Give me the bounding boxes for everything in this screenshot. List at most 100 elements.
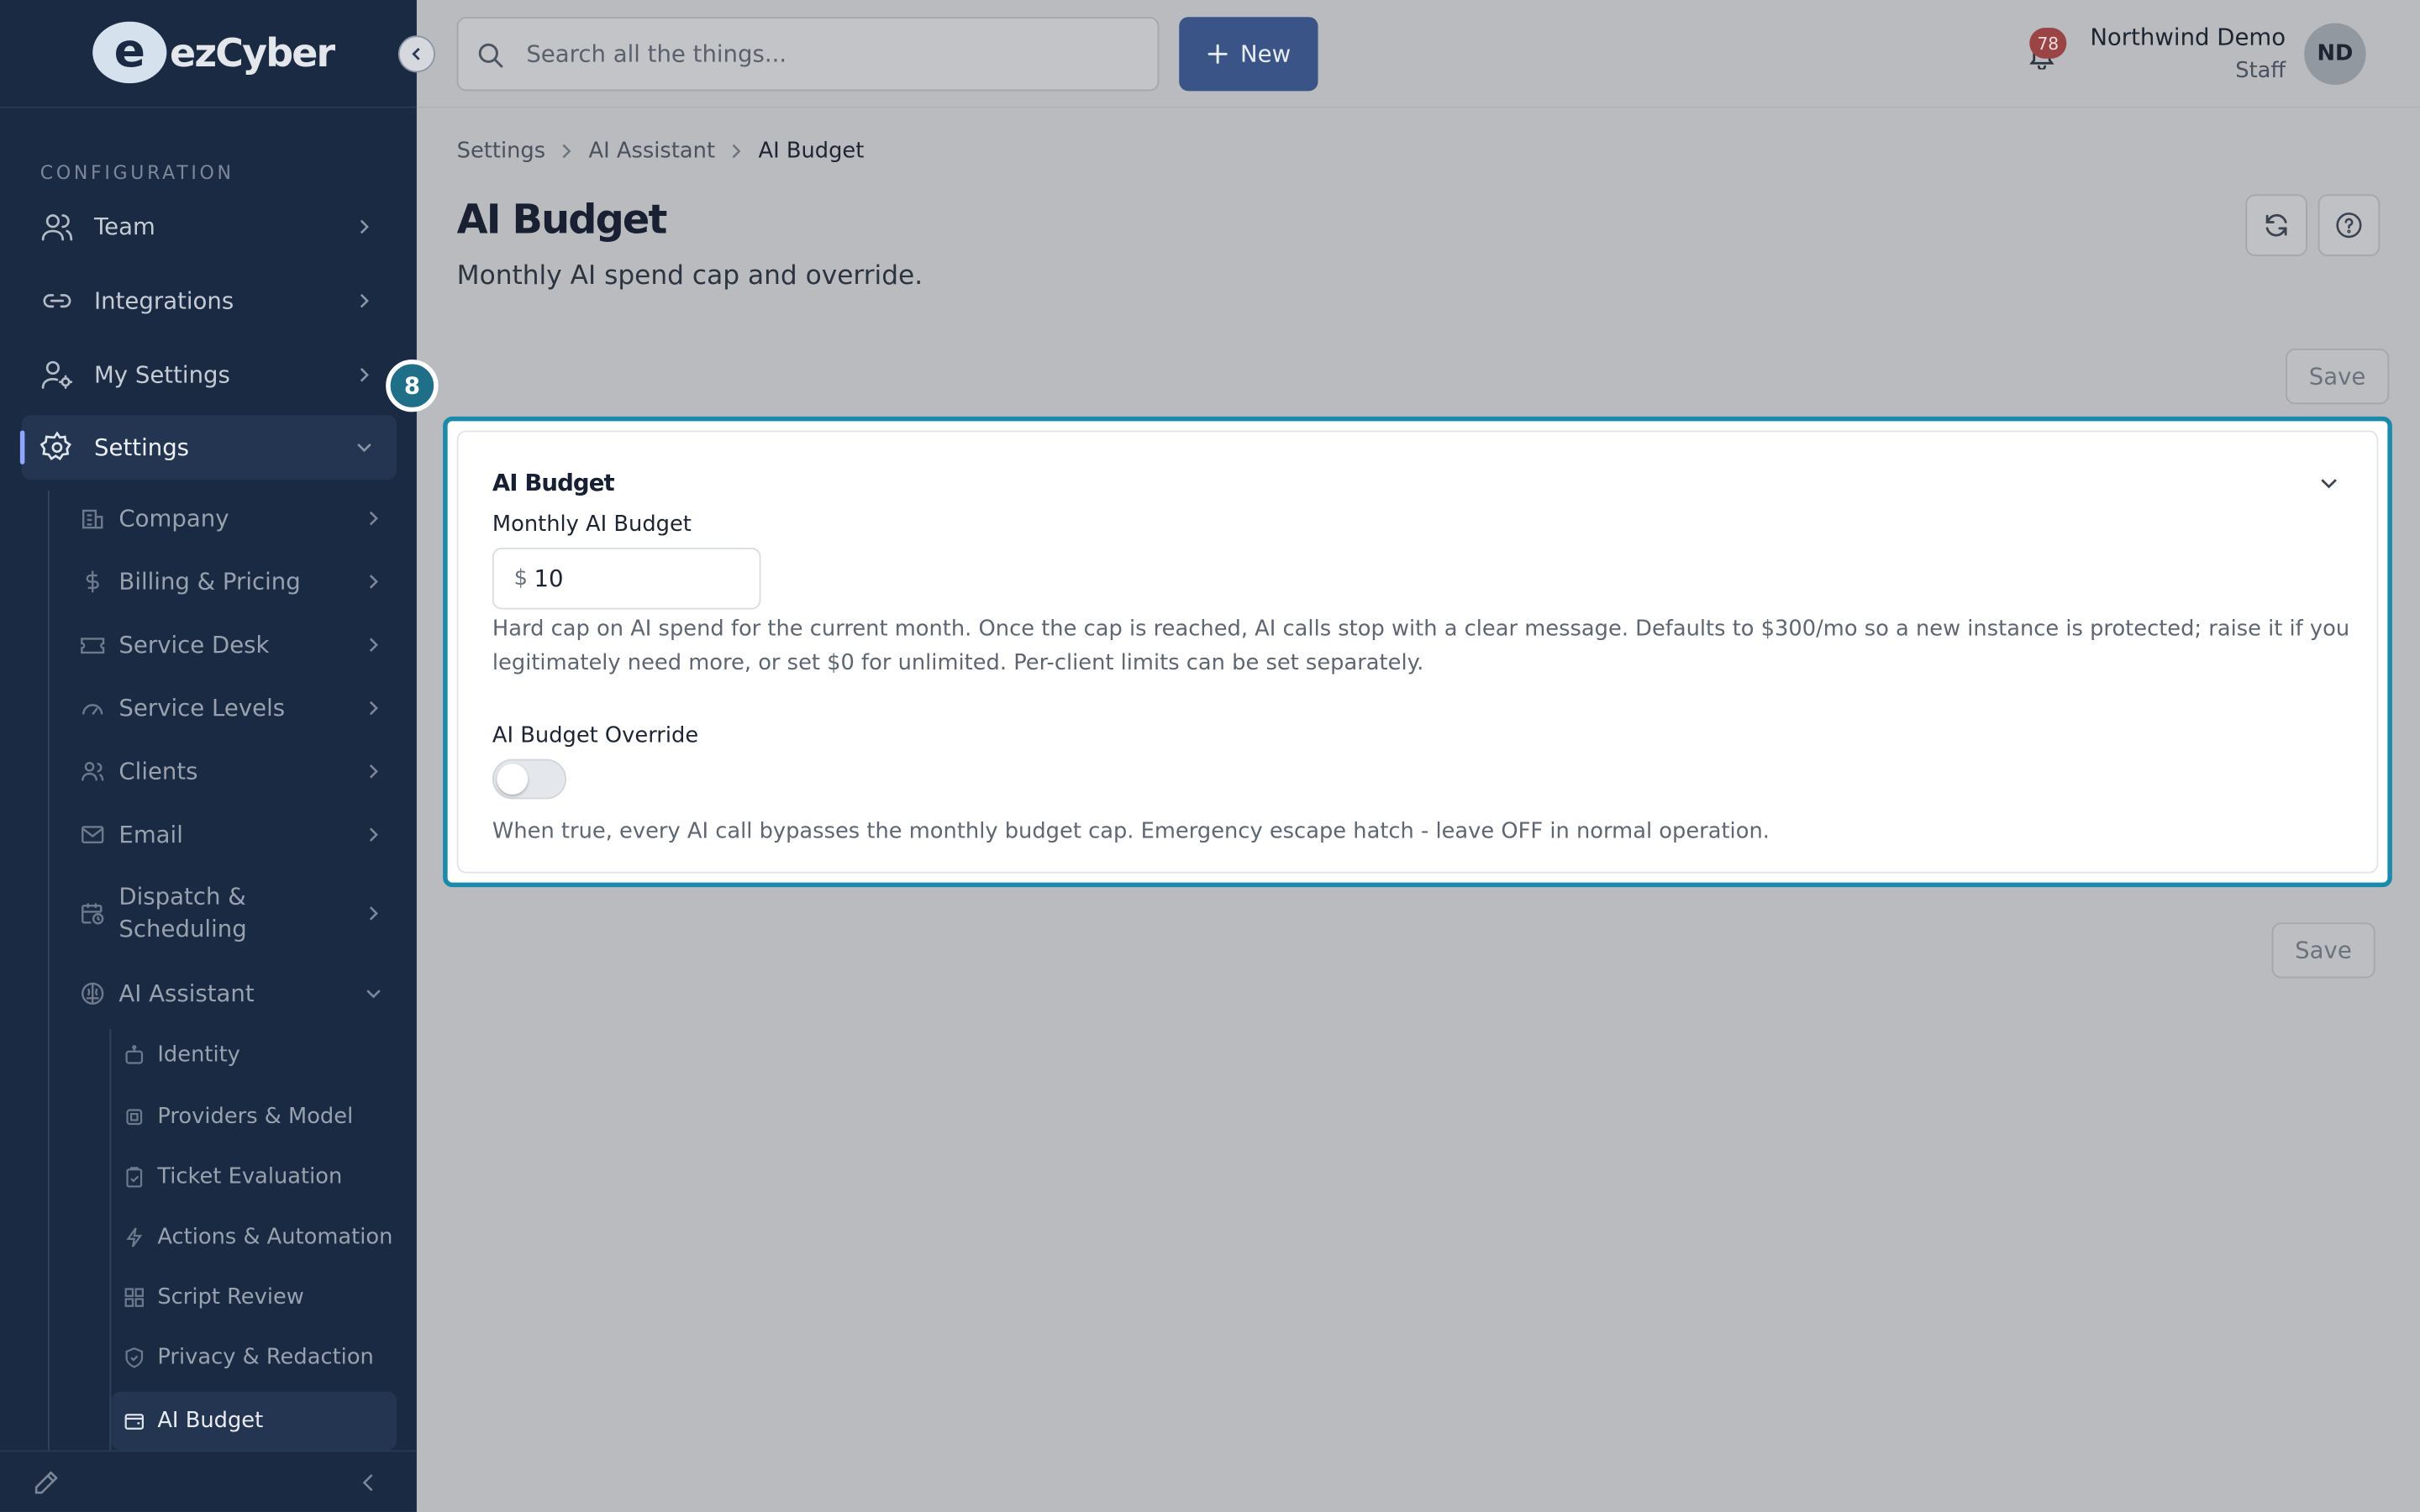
breadcrumb-item-ai-assistant[interactable]: AI Assistant [589,139,715,163]
breadcrumb-item-settings[interactable]: Settings [457,139,545,163]
sidebar-item-label: Billing & Pricing [118,566,301,596]
sidebar-item-privacy-redaction[interactable]: Privacy & Redaction [111,1328,397,1387]
sidebar-item-my-settings[interactable]: My Settings [22,343,397,407]
currency-symbol: $ [513,566,529,591]
cpu-icon [124,1106,145,1128]
override-toggle[interactable] [492,759,567,800]
ai-budget-card: AI Budget Monthly AI Budget $ Hard cap o… [456,430,2379,874]
chevron-right-icon [366,574,381,589]
building-icon [81,506,105,530]
pencil-icon[interactable] [33,1469,60,1497]
logo-text: ezCyber [170,29,335,76]
sidebar-item-dispatch-scheduling[interactable]: Dispatch & Scheduling [59,881,397,946]
sidebar-collapse-button[interactable] [397,35,435,73]
sidebar-item-actions-automation[interactable]: Actions & Automation [111,1208,397,1267]
sidebar-item-billing-pricing[interactable]: Billing & Pricing [59,563,397,600]
sidebar-item-script-review[interactable]: Script Review [111,1268,397,1327]
user-role: Staff [2235,58,2286,84]
sidebar-item-label: AI Budget [157,1408,264,1434]
breadcrumb: Settings AI Assistant AI Budget [457,139,865,163]
sidebar-item-label: Identity [157,1042,240,1068]
wallet-icon [124,1410,145,1432]
sidebar-item-label: Clients [118,756,198,785]
chevron-down-icon [356,439,371,454]
topbar: New 78 Northwind Demo Staff ND [416,0,2420,108]
sidebar-item-identity[interactable]: Identity [111,1026,397,1084]
sidebar-item-email[interactable]: Email [59,816,397,853]
sidebar-item-providers-model[interactable]: Providers & Model [111,1088,397,1147]
link-icon [40,284,74,318]
sidebar-item-label: Integrations [94,286,234,315]
sidebar-item-ai-budget[interactable]: AI Budget [111,1391,397,1451]
chevron-right-icon [560,144,573,159]
chevron-left-icon [409,46,424,61]
search-icon [477,42,505,70]
sidebar-item-integrations[interactable]: Integrations [22,269,397,333]
monthly-budget-field[interactable]: $ [492,548,761,610]
sidebar-item-label: Ticket Evaluation [157,1164,343,1190]
sidebar-item-team[interactable]: Team [22,194,397,259]
chevron-right-icon [366,827,381,842]
bot-icon [124,1044,145,1066]
step-marker: 8 [386,359,439,412]
sidebar-item-company[interactable]: Company [59,500,397,537]
section-label-configuration: CONFIGURATION [39,161,234,184]
sidebar-item-ticket-evaluation[interactable]: Ticket Evaluation [111,1148,397,1207]
sidebar-item-service-desk[interactable]: Service Desk [59,627,397,664]
new-button-label: New [1240,39,1292,68]
chevron-right-icon [730,144,743,159]
sidebar-item-label: Actions & Automation [157,1225,393,1250]
monthly-budget-help: Hard cap on AI spend for the current mon… [492,617,2350,676]
sidebar-footer [0,1450,417,1511]
save-button-top[interactable]: Save [2286,349,2389,405]
user-cog-icon [40,358,74,391]
sidebar-item-label: Service Desk [118,630,270,659]
sidebar-item-clients[interactable]: Clients [59,753,397,790]
chevron-right-icon [366,764,381,779]
monthly-budget-label: Monthly AI Budget [492,512,692,538]
ticket-icon [81,633,105,657]
grid-icon [124,1287,145,1309]
tree-line [47,491,50,1451]
clipboard-check-icon [124,1167,145,1189]
sidebar-item-label: AI Assistant [118,979,255,1007]
brand-logo[interactable]: e ezCyber [92,21,335,84]
help-button[interactable] [2317,194,2381,256]
users-icon [40,210,74,244]
chevron-right-icon [366,906,381,921]
monthly-budget-input[interactable] [534,549,750,608]
chevron-down-icon[interactable] [2318,472,2340,494]
sidebar-item-label: Script Review [157,1284,304,1310]
new-button[interactable]: New [1179,17,1318,92]
mail-icon [81,822,105,847]
refresh-button[interactable] [2245,194,2307,256]
chevron-right-icon [366,511,381,526]
search-input[interactable] [526,18,1144,90]
user-name[interactable]: Northwind Demo [2090,24,2286,51]
chevron-right-icon [356,367,371,382]
card-title: AI Budget [492,469,615,497]
logo-mark: e [92,21,167,84]
notification-badge: 78 [2029,28,2067,59]
gauge-icon [81,696,105,720]
sidebar-item-label: Email [118,820,183,848]
page-title: AI Budget [456,197,668,244]
avatar[interactable]: ND [2304,23,2366,86]
sidebar: e ezCyber CONFIGURATION Team Integration… [0,0,417,1512]
chevron-left-icon[interactable] [356,1470,381,1494]
sidebar-item-service-levels[interactable]: Service Levels [59,690,397,727]
sidebar-item-label: Settings [94,433,190,462]
sidebar-item-label: Privacy & Redaction [157,1345,374,1370]
search-box[interactable] [456,17,1160,92]
shield-icon [124,1347,145,1368]
brain-icon [81,981,105,1005]
sidebar-item-label: My Settings [94,360,230,389]
help-circle-icon [2335,212,2363,239]
page-subtitle: Monthly AI spend cap and override. [456,260,923,292]
save-button-bottom[interactable]: Save [2271,922,2375,979]
chevron-right-icon [366,638,381,653]
sidebar-item-ai-assistant[interactable]: AI Assistant [59,975,397,1012]
sidebar-item-settings[interactable]: Settings [21,415,397,480]
sidebar-item-label: Service Levels [118,693,286,722]
override-help: When true, every AI call bypasses the mo… [492,819,1770,844]
